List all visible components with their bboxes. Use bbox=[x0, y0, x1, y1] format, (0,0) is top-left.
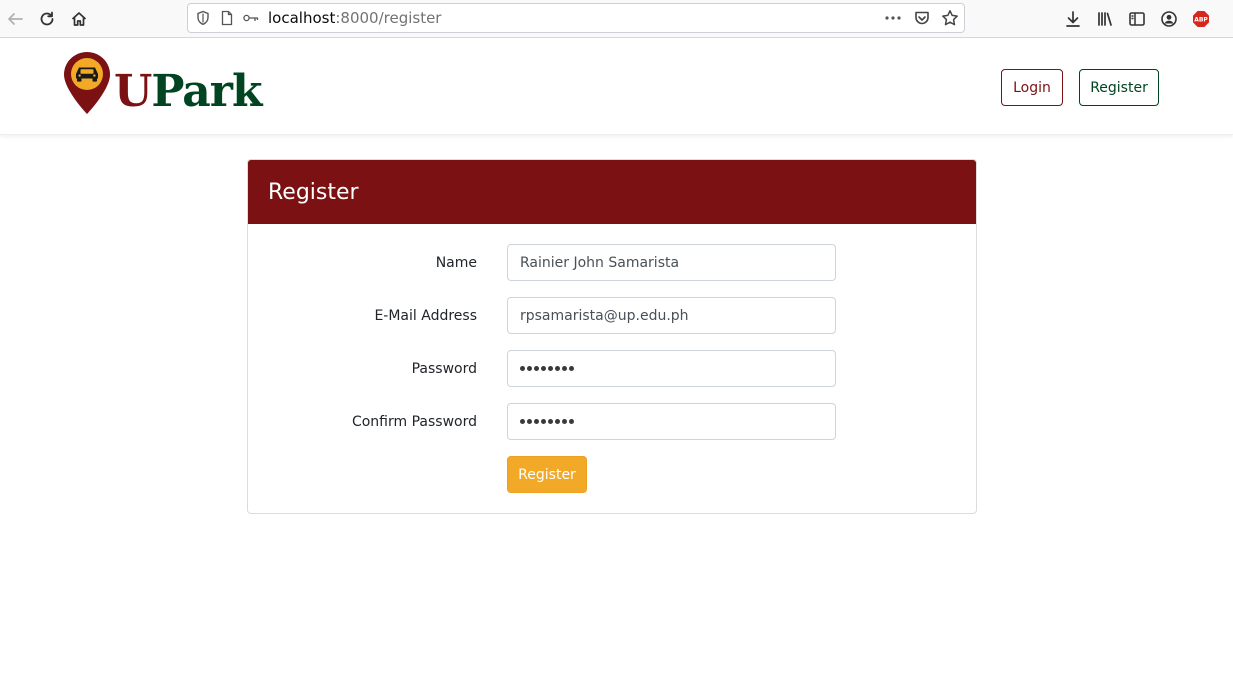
brand-letter-u: U bbox=[114, 66, 152, 117]
star-icon[interactable] bbox=[941, 4, 959, 32]
url-text[interactable]: localhost:8000/register bbox=[268, 4, 441, 32]
password-dot bbox=[527, 366, 532, 371]
url-host: localhost bbox=[268, 9, 336, 27]
email-label: E-Mail Address bbox=[374, 307, 477, 324]
password-label: Password bbox=[411, 360, 477, 377]
password-dot bbox=[562, 419, 567, 424]
password-field[interactable] bbox=[507, 350, 836, 387]
confirm-password-label: Confirm Password bbox=[351, 413, 477, 430]
password-dot bbox=[534, 419, 539, 424]
name-label: Name bbox=[435, 254, 477, 271]
password-dot bbox=[520, 419, 525, 424]
library-icon[interactable] bbox=[1093, 7, 1117, 31]
home-icon[interactable] bbox=[67, 7, 91, 31]
email-field[interactable]: rpsamarista@up.edu.ph bbox=[507, 297, 836, 334]
url-path: :8000/register bbox=[335, 9, 442, 27]
password-mask bbox=[520, 366, 574, 371]
password-dot bbox=[569, 366, 574, 371]
password-dot bbox=[527, 419, 532, 424]
password-dot bbox=[548, 419, 553, 424]
adblock-icon[interactable]: ABP bbox=[1189, 7, 1213, 31]
reload-icon[interactable] bbox=[35, 7, 59, 31]
confirm-password-mask bbox=[520, 419, 574, 424]
url-bar[interactable]: localhost:8000/register bbox=[187, 3, 965, 33]
sidebar-icon[interactable] bbox=[1125, 7, 1149, 31]
brand-name: UPark bbox=[114, 70, 262, 114]
name-row: Name Rainier John Samarista bbox=[248, 244, 976, 281]
password-dot bbox=[569, 419, 574, 424]
account-icon[interactable] bbox=[1157, 7, 1181, 31]
register-card: Register Name Rainier John Samarista E-M… bbox=[247, 159, 977, 514]
name-field[interactable]: Rainier John Samarista bbox=[507, 244, 836, 281]
register-submit-button[interactable]: Register bbox=[507, 456, 587, 493]
svg-text:ABP: ABP bbox=[1194, 16, 1208, 23]
password-dot bbox=[555, 419, 560, 424]
password-dot bbox=[534, 366, 539, 371]
download-icon[interactable] bbox=[1061, 7, 1085, 31]
password-dot bbox=[541, 366, 546, 371]
shield-icon[interactable] bbox=[195, 4, 211, 32]
car-pin-icon bbox=[62, 50, 112, 120]
key-icon[interactable] bbox=[242, 4, 260, 32]
back-arrow-icon[interactable] bbox=[3, 7, 27, 31]
password-dot bbox=[520, 366, 525, 371]
brand-word-park: Park bbox=[151, 66, 262, 117]
password-dot bbox=[562, 366, 567, 371]
pocket-icon[interactable] bbox=[913, 4, 931, 32]
password-dot bbox=[541, 419, 546, 424]
password-dot bbox=[548, 366, 553, 371]
card-title: Register bbox=[268, 179, 359, 205]
more-icon[interactable] bbox=[884, 4, 902, 32]
confirm-password-row: Confirm Password bbox=[248, 403, 976, 440]
password-dot bbox=[555, 366, 560, 371]
confirm-password-field[interactable] bbox=[507, 403, 836, 440]
password-row: Password bbox=[248, 350, 976, 387]
browser-toolbar: localhost:8000/register ABP bbox=[0, 0, 1233, 38]
login-button[interactable]: Login bbox=[1001, 69, 1063, 106]
email-row: E-Mail Address rpsamarista@up.edu.ph bbox=[248, 297, 976, 334]
card-header: Register bbox=[248, 160, 976, 224]
brand-logo[interactable]: UPark bbox=[62, 52, 262, 120]
register-nav-button[interactable]: Register bbox=[1079, 69, 1159, 106]
page-icon bbox=[219, 4, 235, 32]
app-navbar: UPark Login Register bbox=[0, 38, 1233, 135]
